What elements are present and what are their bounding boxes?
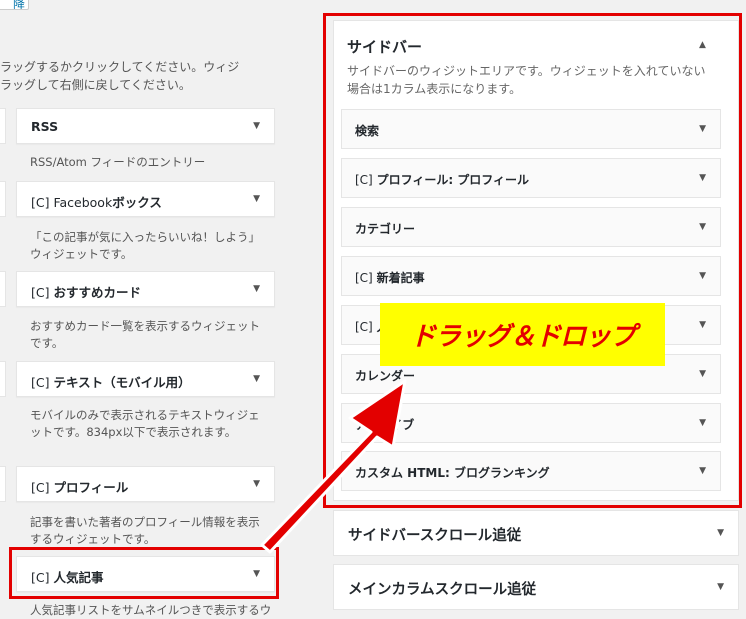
top-button[interactable]: 降	[0, 0, 29, 10]
widget-description: 記事を書いた著者のプロフィール情報を表示するウィジェットです。	[30, 515, 260, 546]
widget-title: [C] おすすめカード	[31, 285, 141, 300]
available-widget-rss[interactable]: RSS ▼	[16, 108, 275, 144]
available-widget-text-mobile[interactable]: [C] テキスト（モバイル用） ▼	[16, 361, 275, 397]
available-widget-facebook-box[interactable]: [C] Facebookボックス ▼	[16, 181, 275, 217]
widget-title: RSS	[31, 119, 59, 134]
widget-description: モバイルのみで表示されるテキストウィジェットです。834px以下で表示されます。	[30, 408, 260, 439]
highlight-box-target	[323, 13, 742, 508]
chevron-down-icon[interactable]: ▼	[253, 284, 260, 294]
widget-area-title: メインカラムスクロール追従	[348, 582, 537, 598]
widget-edge	[0, 108, 6, 144]
chevron-down-icon[interactable]: ▼	[253, 479, 260, 489]
widget-edge	[0, 271, 6, 307]
widget-area-title: サイドバースクロール追従	[348, 528, 522, 544]
widget-description: おすすめカード一覧を表示するウィジェットです。	[30, 319, 260, 350]
chevron-down-icon[interactable]: ▼	[253, 121, 260, 131]
chevron-down-icon[interactable]: ▼	[253, 194, 260, 204]
widget-description: RSS/Atom フィードのエントリー	[30, 155, 206, 169]
widget-title: [C] プロフィール	[31, 480, 129, 495]
drag-drop-label: ドラッグ＆ドロップ	[380, 303, 665, 366]
available-widget-recommended-cards[interactable]: [C] おすすめカード ▼	[16, 271, 275, 307]
widget-edge	[0, 361, 6, 397]
chevron-down-icon[interactable]: ▼	[253, 374, 260, 384]
widget-area-main-scroll[interactable]: メインカラムスクロール追従 ▼	[333, 564, 739, 610]
available-widget-profile[interactable]: [C] プロフィール ▼	[16, 466, 275, 502]
widget-area-sidebar-scroll[interactable]: サイドバースクロール追従 ▼	[333, 510, 739, 556]
widget-title: [C] テキスト（モバイル用）	[31, 375, 191, 390]
intro-text: ラッグするかクリックしてください。ウィジ ラッグして右側に戻してください。	[0, 60, 240, 92]
chevron-down-icon[interactable]: ▼	[717, 528, 724, 538]
widget-description: 「この記事が気に入ったらいいね！しよう」ウィジェットです。	[30, 230, 260, 261]
widget-edge	[0, 181, 6, 217]
widget-title: [C] Facebookボックス	[31, 195, 162, 210]
widget-edge	[0, 466, 6, 502]
chevron-down-icon[interactable]: ▼	[717, 582, 724, 592]
widget-description: 人気記事リストをサムネイルつきで表示するウ	[30, 603, 270, 617]
highlight-box-source	[9, 547, 279, 599]
